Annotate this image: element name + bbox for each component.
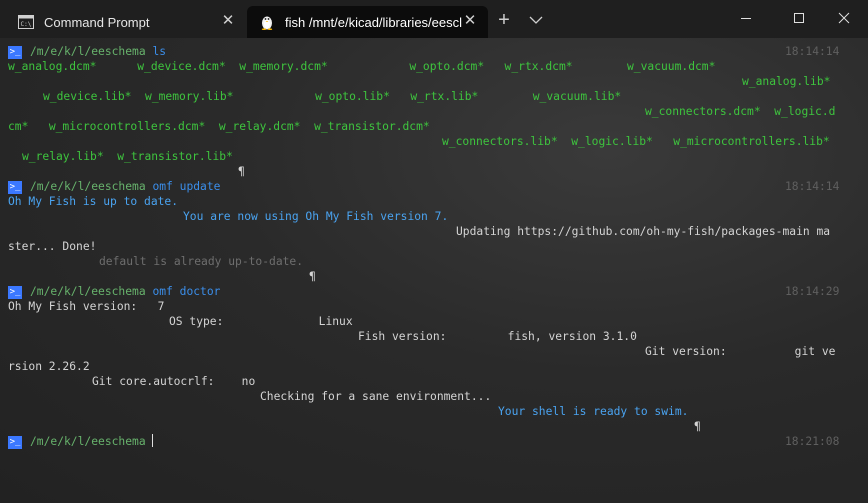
prompt-badge: >_ bbox=[8, 286, 22, 299]
close-window-icon[interactable] bbox=[834, 8, 854, 28]
prompt-path: /m/e/k/l/eeschema bbox=[30, 45, 146, 58]
output-line: Fish version: fish, version 3.1.0 bbox=[358, 330, 637, 343]
timestamp: 18:21:08 bbox=[785, 435, 840, 448]
prompt-badge: >_ bbox=[8, 436, 22, 449]
linux-penguin-icon bbox=[259, 14, 275, 30]
timestamp: 18:14:14 bbox=[785, 45, 840, 58]
output-line: Oh My Fish version: 7 bbox=[8, 300, 165, 313]
pilcrow: ¶ bbox=[694, 420, 701, 433]
tab-command-prompt[interactable]: C:\ Command Prompt ✕ bbox=[0, 6, 246, 38]
prompt-line: >_ /m/e/k/l/eeschema omf update bbox=[8, 179, 220, 194]
output-line: Your shell is ready to swim. bbox=[498, 405, 689, 418]
ls-output-line: w_connectors.lib* w_logic.lib* w_microco… bbox=[442, 135, 830, 148]
output-line: rsion 2.26.2 bbox=[8, 360, 90, 373]
prompt-badge: >_ bbox=[8, 46, 22, 59]
chevron-down-icon[interactable] bbox=[528, 12, 544, 28]
prompt-badge: >_ bbox=[8, 181, 22, 194]
prompt-line: >_ /m/e/k/l/eeschema bbox=[8, 434, 153, 449]
close-tab-icon[interactable]: ✕ bbox=[220, 13, 236, 29]
prompt-path: /m/e/k/l/eeschema bbox=[30, 435, 146, 448]
ls-output-line: w_device.lib* w_memory.lib* w_opto.lib* … bbox=[43, 90, 622, 103]
output-line: Oh My Fish is up to date. bbox=[8, 195, 179, 208]
command-text: ls bbox=[152, 45, 167, 58]
prompt-path: /m/e/k/l/eeschema bbox=[30, 285, 146, 298]
prompt-line: >_ /m/e/k/l/eeschema ls bbox=[8, 44, 166, 59]
close-tab-icon[interactable]: ✕ bbox=[462, 13, 478, 29]
command-text: omf bbox=[152, 180, 173, 193]
output-line: ster... Done! bbox=[8, 240, 97, 253]
output-line: You are now using Oh My Fish version 7. bbox=[183, 210, 449, 223]
output-line: Git core.autocrlf: no bbox=[92, 375, 256, 388]
command-text: omf bbox=[152, 285, 173, 298]
new-tab-plus-icon[interactable]: + bbox=[494, 10, 514, 30]
cmd-icon: C:\ bbox=[18, 14, 34, 30]
ls-output-line: w_connectors.dcm* w_logic.d bbox=[645, 105, 836, 118]
tab-fish[interactable]: fish /mnt/e/kicad/libraries/eescl ✕ bbox=[247, 6, 488, 38]
output-line: Git version: git ve bbox=[645, 345, 836, 358]
pilcrow: ¶ bbox=[309, 270, 316, 283]
output-line: default is already up-to-date. bbox=[99, 255, 304, 268]
title-bar: C:\ Command Prompt ✕ fish /mnt/e/kicad/l… bbox=[0, 0, 868, 38]
ls-output-line: w_relay.lib* w_transistor.lib* bbox=[22, 150, 233, 163]
output-line: Checking for a sane environment... bbox=[260, 390, 492, 403]
command-args: update bbox=[179, 180, 221, 193]
tab-title: Command Prompt bbox=[44, 14, 150, 30]
prompt-line: >_ /m/e/k/l/eeschema omf doctor bbox=[8, 284, 220, 299]
timestamp: 18:14:14 bbox=[785, 180, 840, 193]
ls-output-line: cm* w_microcontrollers.dcm* w_relay.dcm*… bbox=[8, 120, 430, 133]
pilcrow: ¶ bbox=[238, 165, 245, 178]
maximize-icon[interactable] bbox=[789, 8, 809, 28]
terminal-output[interactable]: >_ /m/e/k/l/eeschema ls 18:14:14 w_analog… bbox=[0, 38, 868, 503]
tab-title: fish /mnt/e/kicad/libraries/eescl bbox=[285, 14, 463, 30]
ls-output-line: w_analog.dcm* w_device.dcm* w_memory.dcm… bbox=[8, 60, 716, 73]
timestamp: 18:14:29 bbox=[785, 285, 840, 298]
ls-output-line: w_analog.lib* bbox=[742, 75, 831, 88]
minimize-icon[interactable] bbox=[736, 8, 756, 28]
text-cursor[interactable] bbox=[151, 434, 153, 447]
output-line: Updating https://github.com/oh-my-fish/p… bbox=[456, 225, 831, 238]
prompt-path: /m/e/k/l/eeschema bbox=[30, 180, 146, 193]
command-args: doctor bbox=[179, 285, 221, 298]
svg-text:C:\: C:\ bbox=[21, 21, 32, 28]
output-line: OS type: Linux bbox=[169, 315, 353, 328]
terminal-window: C:\ Command Prompt ✕ fish /mnt/e/kicad/l… bbox=[0, 0, 868, 503]
